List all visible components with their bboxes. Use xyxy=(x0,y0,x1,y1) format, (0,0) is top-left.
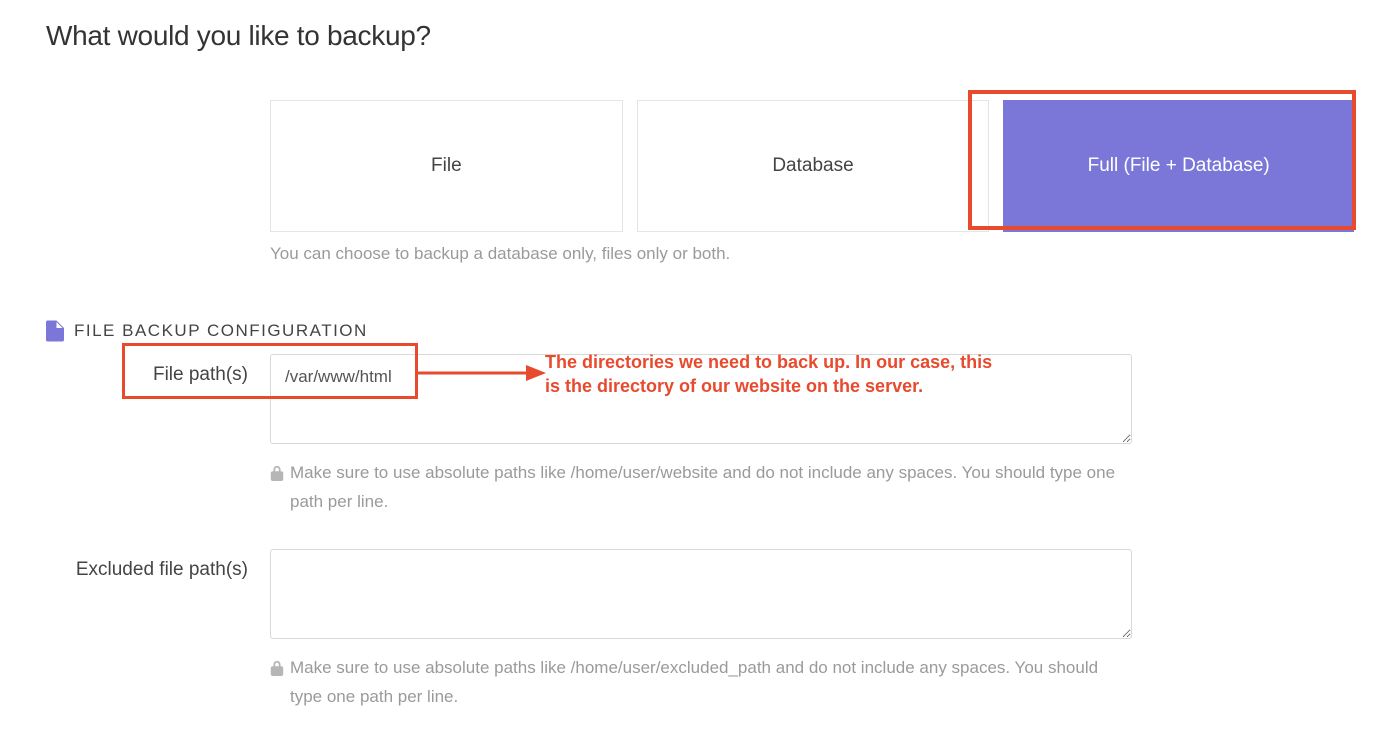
excluded-paths-help: Make sure to use absolute paths like /ho… xyxy=(270,654,1132,712)
file-icon xyxy=(46,320,64,342)
file-paths-row: File path(s) Make sure to use absolute p… xyxy=(46,354,1354,543)
file-paths-help: Make sure to use absolute paths like /ho… xyxy=(270,459,1132,517)
lock-icon xyxy=(270,465,284,481)
option-file[interactable]: File xyxy=(270,100,623,232)
section-title: FILE BACKUP CONFIGURATION xyxy=(74,321,368,341)
option-file-label: File xyxy=(431,155,462,177)
option-full-label: Full (File + Database) xyxy=(1088,155,1270,177)
excluded-paths-row: Excluded file path(s) Make sure to use a… xyxy=(46,549,1354,738)
page-title: What would you like to backup? xyxy=(46,20,1354,52)
file-paths-help-text: Make sure to use absolute paths like /ho… xyxy=(290,459,1132,517)
file-paths-label: File path(s) xyxy=(46,354,270,386)
excluded-paths-help-text: Make sure to use absolute paths like /ho… xyxy=(290,654,1132,712)
options-helper-text: You can choose to backup a database only… xyxy=(270,244,1354,264)
excluded-paths-input[interactable] xyxy=(270,549,1132,639)
section-header: FILE BACKUP CONFIGURATION xyxy=(46,320,1354,342)
option-database-label: Database xyxy=(772,155,853,177)
lock-icon xyxy=(270,660,284,676)
backup-type-options: File Database Full (File + Database) xyxy=(270,100,1354,232)
option-full[interactable]: Full (File + Database) xyxy=(1003,100,1354,232)
excluded-paths-label: Excluded file path(s) xyxy=(46,549,270,581)
option-database[interactable]: Database xyxy=(637,100,990,232)
file-paths-input[interactable] xyxy=(270,354,1132,444)
